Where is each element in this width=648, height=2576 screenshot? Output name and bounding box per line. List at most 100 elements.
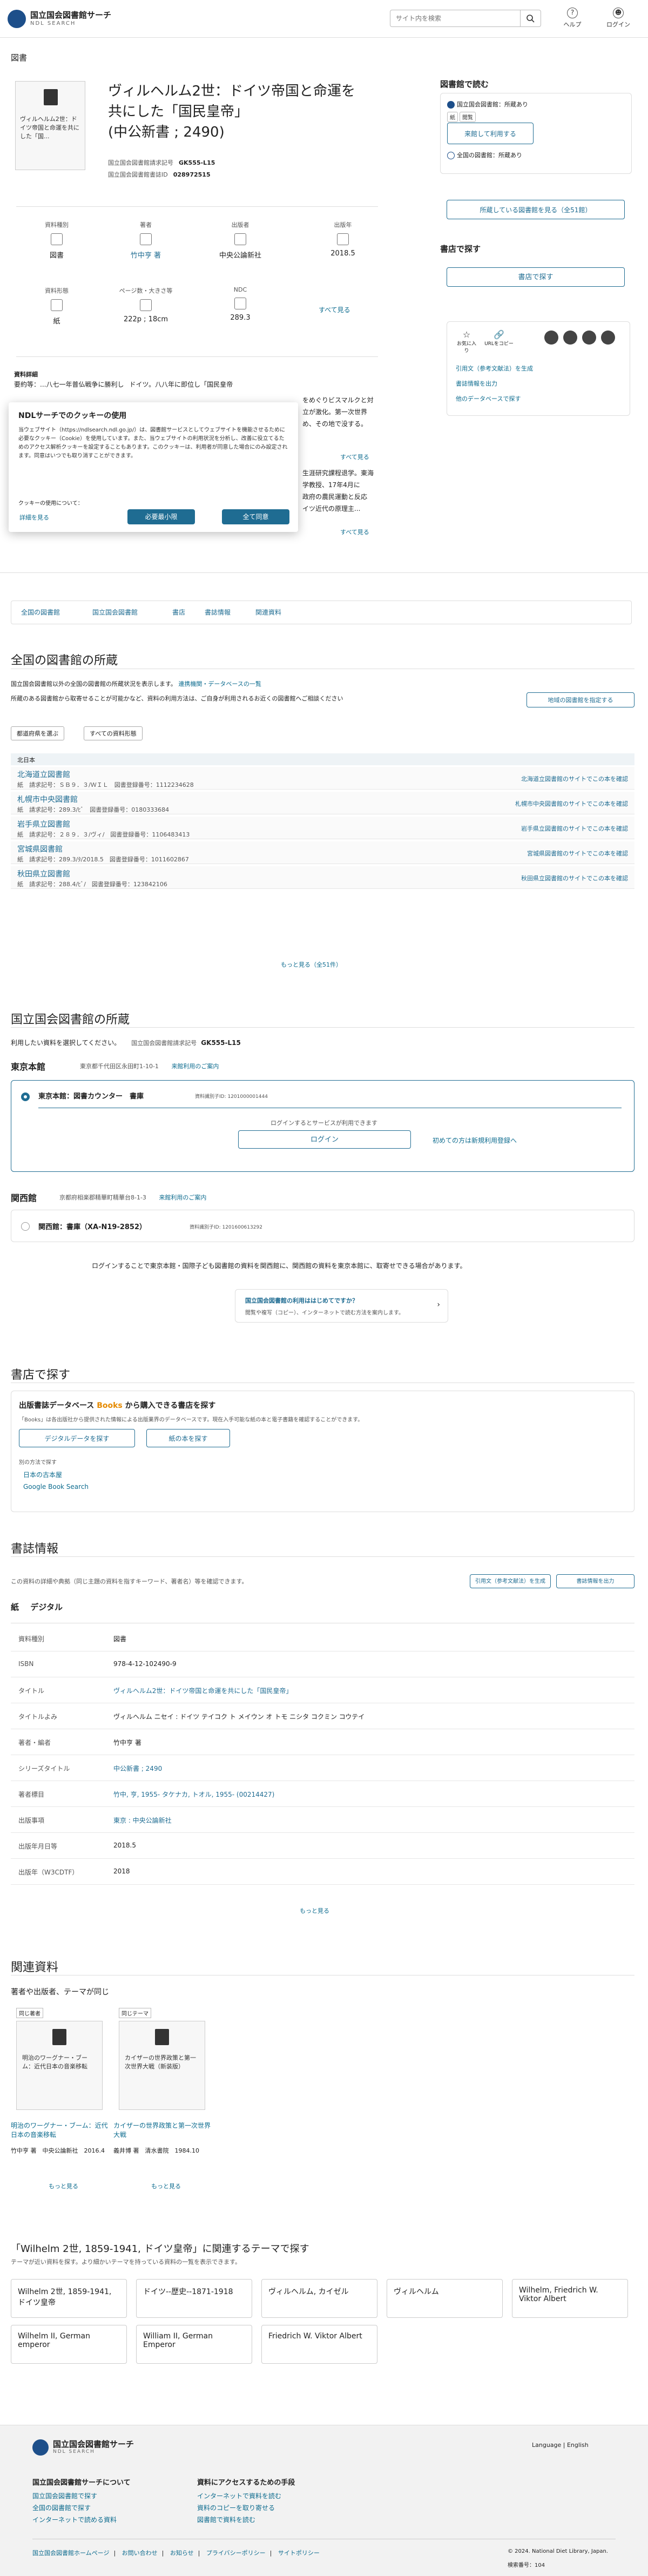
cite-link[interactable]: 引用文（参考文献法）を生成 (456, 364, 533, 373)
biblio-value[interactable]: ヴィルヘルム2世：ドイツ帝国と命運を共にした「国民皇帝」 (113, 1686, 292, 1695)
library-name[interactable]: 宮城県図書館 (17, 844, 63, 854)
bookstore-button[interactable]: 書店で探す (447, 267, 625, 287)
tab-related[interactable]: 関連資料 (255, 608, 281, 617)
logo-title[interactable]: 国立国会図書館サーチ (30, 9, 111, 21)
tab-store[interactable]: 書店 (172, 608, 185, 617)
library-name[interactable]: 岩手県立図書館 (17, 819, 70, 830)
biblio-value[interactable]: 竹中, 亨, 1955- タケナカ, トオル, 1955- (00214427) (113, 1790, 274, 1799)
biblio-value[interactable]: 中公新書 ; 2490 (113, 1764, 162, 1773)
form-select[interactable]: すべての資料形態 (84, 726, 143, 740)
biblio-key: 出版年（W3CDTF） (18, 1869, 79, 1876)
export-link[interactable]: 書誌情報を出力 (456, 379, 497, 388)
libraries-more[interactable]: もっと見る（全51件） (281, 960, 342, 969)
footer-link[interactable]: 国立国会図書館で探す (32, 2491, 97, 2500)
biblio-row: ISBN 978-4-12-102490-9 (11, 1651, 634, 1677)
tab-libraries[interactable]: 全国の図書館 (21, 608, 60, 617)
footer-logo[interactable]: 国立国会図書館サーチ (53, 2438, 134, 2450)
biblio-row: タイトルよみ ヴィルヘルム ニセイ : ドイツ テイコク ト メイウン オ トモ … (11, 1703, 634, 1729)
visit-button[interactable]: 来館して利用する (447, 123, 534, 144)
biblio-cite-button[interactable]: 引用文（参考文献法）を生成 (470, 1574, 551, 1588)
help-button[interactable]: ? ヘルプ (554, 8, 591, 29)
tab-paper[interactable]: 紙 (11, 1602, 19, 1612)
cookie-accept-button[interactable]: 全て同意 (222, 509, 289, 524)
biblio-value: ヴィルヘルム ニセイ : ドイツ テイコク ト メイウン オ トモ ニシタ コク… (113, 1713, 365, 1721)
register-link[interactable]: 初めての方は新規利用登録へ (433, 1136, 517, 1145)
tab-ndl[interactable]: 国立国会図書館 (92, 608, 138, 617)
library-call: 紙 請求記号：２８９．３/ヴィ/ 図書登録番号：1106483413 (17, 831, 190, 838)
related-more-1[interactable]: もっと見る (49, 2182, 78, 2190)
find-libraries-button[interactable]: 所蔵している図書館を見る（全51館） (447, 200, 625, 219)
paper-search-button[interactable]: 紙の本を探す (146, 1429, 230, 1447)
theme-card[interactable]: ヴィルヘルム, カイゼル (261, 2279, 377, 2318)
kansai-radio[interactable] (21, 1222, 30, 1231)
info-publisher: 出版者 中央公論新社 (219, 221, 261, 260)
library-link[interactable]: 秋田県立図書館のサイトでこの本を確認 (521, 874, 628, 882)
theme-card[interactable]: ドイツ--歴史--1871-1918 (136, 2279, 252, 2318)
theme-card[interactable]: Wilhelm, Friedrich W. Viktor Albert (512, 2279, 628, 2318)
other-methods: 別の方法で探す (19, 1460, 57, 1466)
cookie-dialog: NDLサーチでのクッキーの使用 当ウェブサイト（https://ndlsearc… (9, 402, 298, 532)
biblio-value[interactable]: 東京 : 中央公論新社 (113, 1816, 172, 1825)
related-thumb-2[interactable]: カイザーの世界政策と第一次世界大戦（新装版） (119, 2021, 205, 2110)
theme-card[interactable]: Wilhelm 2世, 1859-1941, ドイツ皇帝 (11, 2279, 127, 2318)
first-time-card[interactable]: 国立国会図書館の利用ははじめてですか？ 閲覧や複写（コピー）、インターネットで読… (235, 1289, 448, 1323)
footer-link[interactable]: 資料のコピーを取り寄せる (197, 2503, 275, 2512)
tab-biblio[interactable]: 書誌情報 (205, 608, 231, 617)
search-input[interactable] (396, 14, 520, 23)
favorite-button[interactable]: ☆ お気に入り (456, 329, 477, 354)
library-link[interactable]: 岩手県立図書館のサイトでこの本を確認 (521, 824, 628, 833)
biblio-value: 2018 (113, 1867, 130, 1875)
tokyo-item: 東京本館：図書カウンター 書庫 (38, 1093, 144, 1101)
related-title-2[interactable]: カイザーの世界政策と第一次世界大戦 (113, 2121, 211, 2140)
abstract-right: をめぐりビスマルクと対 立が激化。第一次世界 め、その地で没する。 (302, 396, 374, 428)
library-name[interactable]: 秋田県立図書館 (17, 868, 70, 879)
login-button[interactable]: ☻ ログイン (599, 8, 637, 29)
tokyo-radio[interactable] (21, 1093, 30, 1101)
line-icon[interactable] (582, 331, 596, 345)
footer-link[interactable]: 全国の図書館で探す (32, 2503, 91, 2512)
tab-digital[interactable]: デジタル (30, 1602, 63, 1612)
related-thumb-1[interactable]: 明治のワーグナー・ブーム：近代日本の音楽移転 (16, 2021, 103, 2110)
footer-link[interactable]: インターネットで資料を読む (197, 2491, 281, 2500)
abstract-more-link-2[interactable]: すべて見る (340, 528, 369, 536)
google-books-link[interactable]: Google Book Search (23, 1483, 89, 1491)
related-tag-theme: 同じテーマ (119, 2008, 151, 2018)
email-icon[interactable] (601, 331, 615, 345)
x-icon[interactable] (544, 331, 558, 345)
cookie-detail-link[interactable]: 詳細を見る (19, 513, 49, 522)
abstract-text: 要約等：...八七一年普仏戦争に勝利し ドイツ。八八年に即位し「国民皇帝 (14, 381, 233, 388)
facebook-icon[interactable] (563, 331, 577, 345)
language-switch[interactable]: Language | English (532, 2442, 589, 2449)
libraries-desc2: 所蔵のある図書館から取寄せることが可能かなど、資料の利用方法は、ご自身が利用され… (11, 695, 343, 702)
kosho-link[interactable]: 日本の古本屋 (23, 1470, 62, 1479)
library-icon (447, 152, 455, 159)
digital-search-button[interactable]: デジタルデータを探す (19, 1429, 135, 1447)
other-db-link[interactable]: 他のデータベースで探す (456, 394, 521, 403)
library-link[interactable]: 北海道立図書館のサイトでこの本を確認 (521, 774, 628, 783)
ndl-logo-icon[interactable] (8, 10, 26, 28)
theme-card[interactable]: ヴィルヘルム (387, 2279, 503, 2318)
biblio-export-button[interactable]: 書誌情報を出力 (556, 1574, 634, 1588)
prefecture-select[interactable]: 都道府県を選ぶ (11, 726, 64, 740)
theme-card[interactable]: William II, German Emperor (136, 2325, 252, 2364)
library-link[interactable]: 札幌市中央図書館のサイトでこの本を確認 (515, 799, 628, 808)
copy-url-button[interactable]: 🔗 URLをコピー (483, 329, 515, 347)
thumbnail-text: ヴィルヘルム2世：ドイツ帝国と命運を共にした「国... (20, 116, 79, 140)
area-button[interactable]: 地域の図書館を指定する (526, 692, 634, 707)
login-button-main[interactable]: ログイン (238, 1130, 411, 1149)
related-title-1[interactable]: 明治のワーグナー・ブーム：近代日本の音楽移転 (11, 2121, 108, 2140)
biblio-more[interactable]: もっと見る (300, 1906, 329, 1915)
related-more-2[interactable]: もっと見る (151, 2182, 181, 2190)
library-link[interactable]: 宮城県図書館のサイトでこの本を確認 (527, 849, 628, 858)
cookie-necessary-button[interactable]: 必要最小限 (127, 509, 195, 524)
theme-card[interactable]: Friedrich W. Viktor Albert (261, 2325, 377, 2364)
show-all-link[interactable]: すべて見る (319, 305, 350, 314)
library-name[interactable]: 札幌市中央図書館 (17, 794, 78, 805)
theme-card[interactable]: Wilhelm II, German emperor (11, 2325, 127, 2364)
search-button[interactable] (520, 10, 541, 26)
footer-link[interactable]: インターネットで読める資料 (32, 2515, 117, 2524)
library-name[interactable]: 北海道立図書館 (17, 769, 70, 780)
biblio-key: タイトルよみ (18, 1713, 58, 1721)
abstract-more-link[interactable]: すべて見る (340, 453, 369, 461)
footer-link[interactable]: 図書館で資料を読む (197, 2515, 255, 2524)
